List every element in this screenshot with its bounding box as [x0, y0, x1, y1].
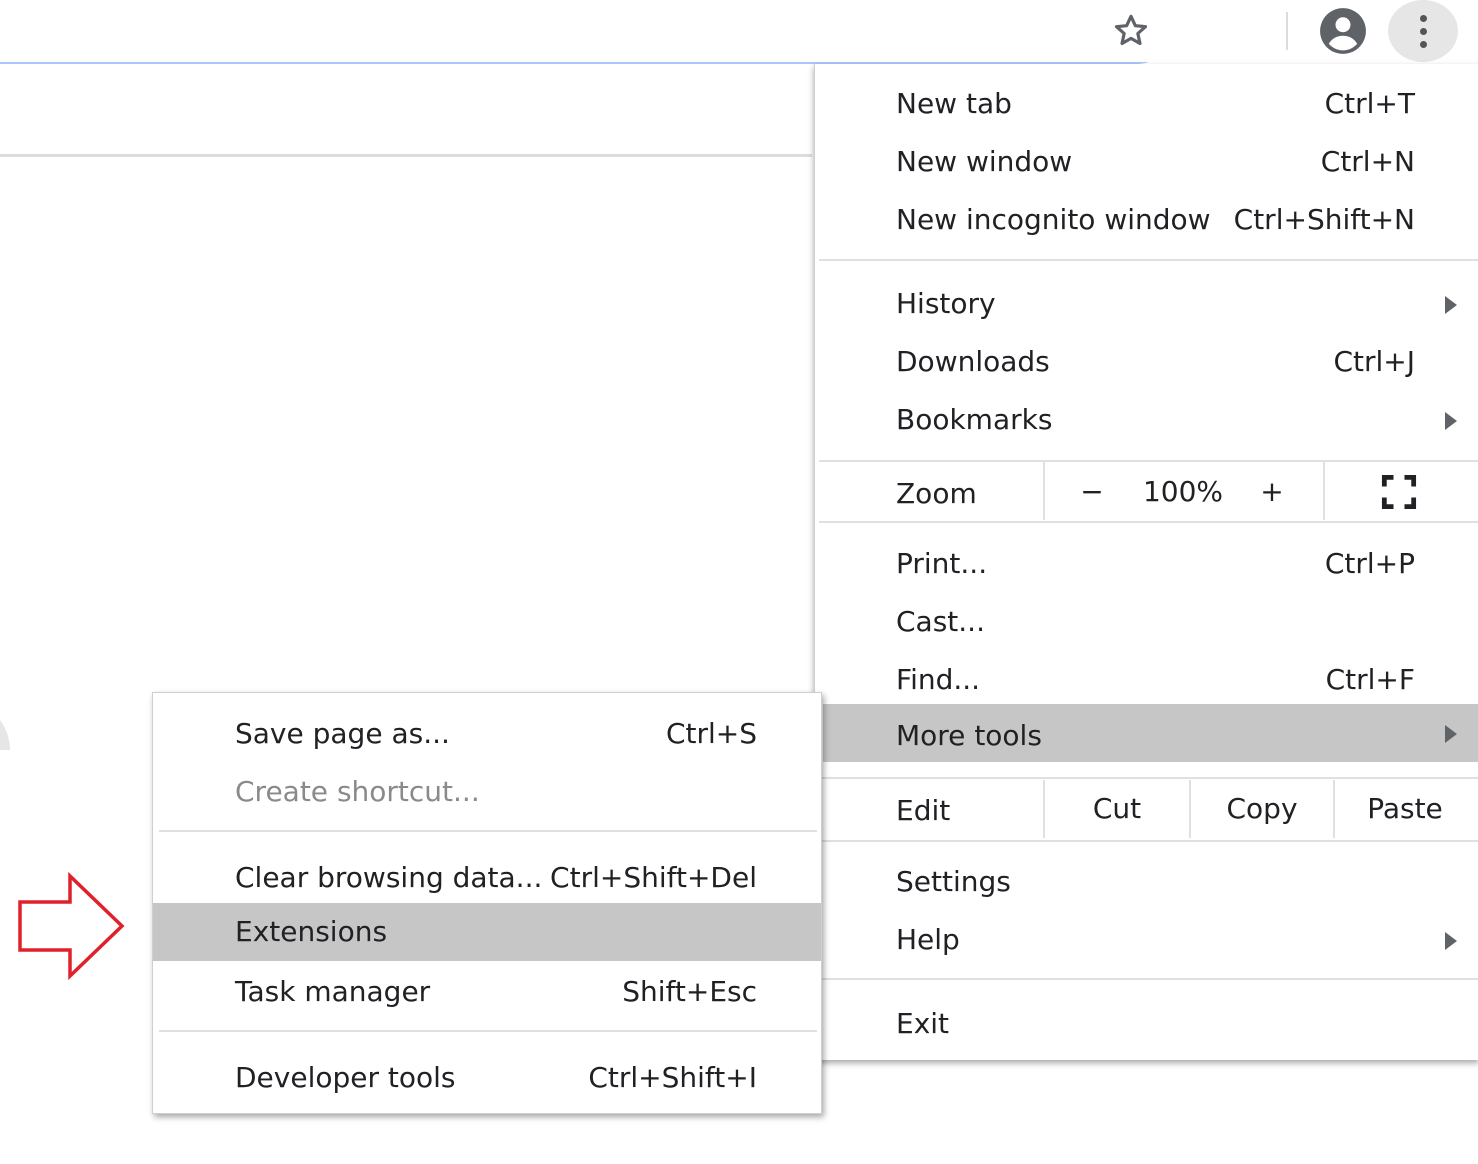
menu-item-label: Cast...	[896, 605, 985, 638]
menu-dot	[1419, 14, 1427, 22]
menu-separator	[819, 777, 1478, 779]
submenu-item-create-shortcut: Create shortcut...	[153, 763, 821, 821]
menu-item-shortcut: Ctrl+F	[1325, 663, 1415, 696]
menu-item-shortcut: Ctrl+J	[1333, 345, 1415, 378]
zoom-level: 100%	[1142, 475, 1224, 508]
menu-item-label: Help	[896, 923, 960, 956]
menu-item-shortcut: Ctrl+N	[1320, 145, 1415, 178]
zoom-in-button[interactable]: +	[1247, 463, 1297, 521]
menu-separator	[819, 460, 1478, 462]
cut-button[interactable]: Cut	[1045, 780, 1189, 838]
menu-item-cast[interactable]: Cast...	[815, 593, 1478, 651]
submenu-item-clear-browsing-data[interactable]: Clear browsing data... Ctrl+Shift+Del	[153, 849, 821, 907]
menu-item-find[interactable]: Find... Ctrl+F	[815, 651, 1478, 709]
menu-item-print[interactable]: Print... Ctrl+P	[815, 535, 1478, 593]
menu-dot	[1419, 40, 1427, 48]
menu-separator	[819, 840, 1478, 842]
menu-item-bookmarks[interactable]: Bookmarks	[815, 391, 1478, 449]
menu-separator	[159, 830, 817, 832]
page-divider	[0, 154, 812, 157]
menu-separator	[819, 978, 1478, 980]
chevron-right-icon	[1445, 296, 1457, 314]
toolbar-separator	[1286, 12, 1288, 50]
chevron-right-icon	[1445, 412, 1457, 430]
chevron-right-icon	[1445, 932, 1457, 950]
copy-button[interactable]: Copy	[1191, 780, 1333, 838]
menu-item-label: History	[896, 287, 996, 320]
menu-item-label: Bookmarks	[896, 403, 1053, 436]
chevron-right-icon	[1445, 725, 1457, 743]
menu-item-downloads[interactable]: Downloads Ctrl+J	[815, 333, 1478, 391]
menu-item-label: Settings	[896, 865, 1011, 898]
menu-item-label: Print...	[896, 547, 988, 580]
menu-item-label: Extensions	[235, 915, 388, 948]
submenu-item-save-page-as[interactable]: Save page as... Ctrl+S	[153, 705, 821, 763]
zoom-separator	[1043, 462, 1045, 520]
submenu-item-extensions[interactable]: Extensions	[153, 903, 821, 961]
menu-dot	[1419, 27, 1427, 35]
account-circle-icon[interactable]	[1316, 4, 1370, 58]
menu-item-label: New window	[896, 145, 1073, 178]
bookmark-star-icon[interactable]	[1108, 8, 1154, 54]
zoom-label: Zoom	[896, 477, 977, 510]
menu-item-new-window[interactable]: New window Ctrl+N	[815, 133, 1478, 191]
menu-item-label: Task manager	[235, 975, 431, 1008]
menu-item-shortcut: Ctrl+S	[665, 717, 757, 750]
zoom-out-button[interactable]: −	[1067, 463, 1117, 521]
menu-item-label: More tools	[896, 719, 1042, 752]
menu-item-label: Save page as...	[235, 717, 450, 750]
edit-label: Edit	[896, 794, 951, 827]
chrome-main-menu: New tab Ctrl+T New window Ctrl+N New inc…	[814, 64, 1478, 1060]
menu-item-label: Developer tools	[235, 1061, 456, 1094]
menu-item-help[interactable]: Help	[815, 911, 1478, 969]
submenu-item-developer-tools[interactable]: Developer tools Ctrl+Shift+I	[153, 1049, 821, 1107]
more-tools-submenu: Save page as... Ctrl+S Create shortcut..…	[152, 692, 822, 1114]
submenu-item-task-manager[interactable]: Task manager Shift+Esc	[153, 963, 821, 1021]
menu-item-shortcut: Ctrl+T	[1324, 87, 1415, 120]
annotation-arrow-icon	[18, 872, 125, 980]
menu-item-new-tab[interactable]: New tab Ctrl+T	[815, 75, 1478, 133]
menu-item-exit[interactable]: Exit	[815, 995, 1478, 1053]
paste-button[interactable]: Paste	[1335, 780, 1475, 838]
three-dots-vertical-icon[interactable]	[1388, 0, 1458, 62]
menu-separator	[819, 259, 1478, 261]
address-bar-field[interactable]	[0, 0, 1176, 62]
menu-item-settings[interactable]: Settings	[815, 853, 1478, 911]
menu-item-new-incognito-window[interactable]: New incognito window Ctrl+Shift+N	[815, 191, 1478, 249]
menu-separator	[819, 521, 1478, 523]
menu-item-label: Clear browsing data...	[235, 861, 543, 894]
menu-item-label: Downloads	[896, 345, 1050, 378]
fullscreen-icon[interactable]	[1377, 470, 1421, 514]
menu-item-shortcut: Ctrl+P	[1324, 547, 1415, 580]
menu-item-label: New incognito window	[896, 203, 1211, 236]
menu-item-label: Exit	[896, 1007, 950, 1040]
menu-item-label: Create shortcut...	[235, 775, 480, 808]
menu-separator	[159, 1030, 817, 1032]
menu-item-shortcut: Ctrl+Shift+N	[1233, 203, 1415, 236]
menu-item-shortcut: Ctrl+Shift+Del	[550, 861, 757, 894]
menu-item-history[interactable]: History	[815, 275, 1478, 333]
menu-item-shortcut: Ctrl+Shift+I	[588, 1061, 757, 1094]
browser-toolbar	[0, 0, 1478, 64]
menu-item-label: Find...	[896, 663, 981, 696]
menu-item-more-tools[interactable]: More tools	[823, 704, 1478, 762]
zoom-separator	[1323, 462, 1325, 520]
menu-item-label: New tab	[896, 87, 1012, 120]
menu-item-shortcut: Shift+Esc	[622, 975, 757, 1008]
page-edge-shape	[0, 720, 10, 750]
